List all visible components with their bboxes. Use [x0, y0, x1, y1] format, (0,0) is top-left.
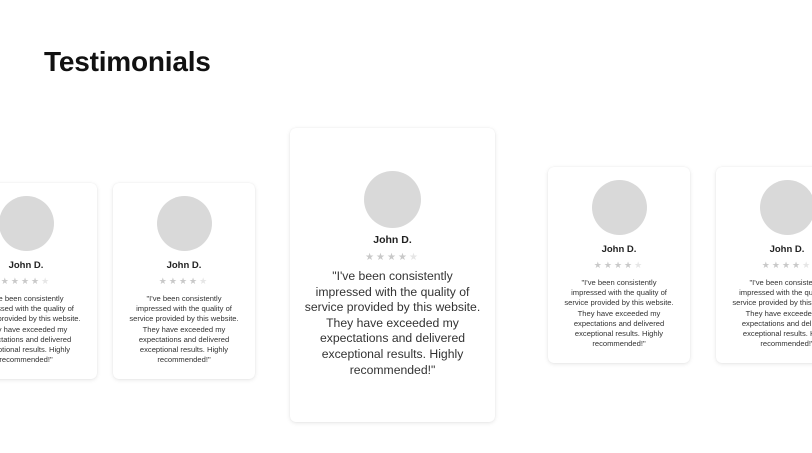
avatar	[759, 180, 812, 235]
testimonial-card[interactable]: John D. ★★★★★ "I've been consistently im…	[716, 167, 812, 363]
star-icon: ★	[781, 260, 793, 270]
avatar	[0, 196, 54, 251]
star-icon: ★	[624, 260, 635, 270]
star-icon: ★	[10, 276, 21, 286]
testimonial-card[interactable]: John D. ★★★★★ "I've been consistently im…	[548, 167, 690, 363]
reviewer-name: John D.	[166, 260, 202, 271]
star-rating: ★★★★★	[548, 261, 690, 270]
reviewer-name: John D.	[8, 260, 44, 271]
reviewer-name: John D.	[601, 244, 637, 255]
star-icon: ★	[31, 276, 42, 286]
star-rating: ★★★★★	[113, 277, 255, 286]
star-icon: ★	[397, 252, 409, 263]
star-icon: ★	[365, 252, 377, 263]
star-icon: ★	[178, 276, 190, 286]
testimonial-quote: "I've been consistently impressed with t…	[564, 278, 674, 349]
testimonial-carousel[interactable]: John D. ★★★★★ "I've been consistently im…	[0, 0, 812, 453]
testimonial-quote: "I've been consistently impressed with t…	[304, 269, 481, 377]
star-rating: ★★★★★	[0, 277, 97, 286]
star-icon: ★	[771, 260, 782, 270]
testimonial-card[interactable]: John D. ★★★★★ "I've been consistently im…	[113, 183, 255, 379]
star-icon: ★	[387, 252, 398, 263]
star-icon: ★	[613, 260, 625, 270]
avatar	[364, 171, 421, 228]
star-icon: ★	[158, 276, 169, 286]
star-icon: ★	[199, 276, 210, 286]
star-icon: ★	[634, 260, 645, 270]
star-icon: ★	[593, 260, 604, 270]
star-rating: ★★★★★	[290, 253, 495, 263]
testimonial-card[interactable]: John D. ★★★★★ "I've been consistently im…	[0, 183, 97, 379]
star-rating: ★★★★★	[716, 261, 812, 270]
star-icon: ★	[189, 276, 200, 286]
star-icon: ★	[761, 260, 772, 270]
star-icon: ★	[20, 276, 32, 286]
star-icon: ★	[408, 252, 420, 263]
reviewer-name: John D.	[769, 244, 805, 255]
star-icon: ★	[168, 276, 179, 286]
testimonial-quote: "I've been consistently impressed with t…	[0, 294, 81, 365]
testimonial-quote: "I've been consistently impressed with t…	[732, 278, 812, 349]
avatar	[156, 196, 212, 251]
star-icon: ★	[41, 276, 52, 286]
star-icon: ★	[376, 252, 388, 263]
star-icon: ★	[792, 260, 803, 270]
star-icon: ★	[802, 260, 812, 270]
testimonial-quote: "I've been consistently impressed with t…	[129, 294, 239, 365]
star-icon: ★	[603, 260, 614, 270]
star-icon: ★	[0, 276, 11, 286]
testimonial-card-featured[interactable]: John D. ★★★★★ "I've been consistently im…	[290, 128, 495, 422]
reviewer-name: John D.	[373, 234, 412, 246]
avatar	[591, 180, 647, 235]
